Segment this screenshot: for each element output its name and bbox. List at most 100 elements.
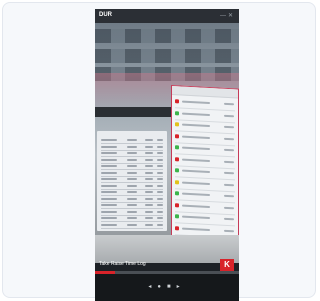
table-cell [101, 171, 117, 174]
list-item [175, 130, 235, 135]
table-cell [101, 210, 117, 213]
floor [95, 235, 239, 263]
status-indicator [175, 191, 179, 196]
table-row [101, 149, 163, 151]
list-item [175, 141, 235, 146]
status-value [224, 102, 234, 106]
table-cell [127, 165, 137, 167]
playback-controls[interactable]: ◂●■▸ [95, 283, 239, 290]
minimize-icon[interactable]: — [220, 13, 228, 19]
table-cell [127, 217, 137, 219]
status-value [224, 137, 234, 140]
table-cell [145, 197, 153, 200]
table-cell [127, 139, 137, 141]
close-icon[interactable]: ✕ [228, 13, 235, 19]
table-cell [127, 210, 137, 213]
table-cell [145, 145, 153, 148]
table-row [101, 162, 163, 164]
video-frame[interactable]: DUR —✕ Take Raise Time Log K ◂●■▸ [95, 9, 239, 301]
table-cell [101, 139, 117, 141]
status-text [182, 135, 210, 139]
table-cell [101, 145, 117, 148]
channel-logo: K [220, 259, 234, 271]
table-cell [101, 191, 117, 193]
table-cell [145, 152, 153, 154]
table-cell [101, 178, 117, 180]
table-cell [145, 139, 153, 141]
table-cell [157, 191, 163, 193]
table-cell [157, 171, 163, 174]
list-item [175, 118, 235, 123]
table-row [101, 182, 163, 183]
table-cell [127, 152, 137, 154]
status-text [182, 112, 210, 116]
brand-logo: DUR [99, 12, 112, 18]
status-value [224, 125, 234, 129]
status-indicator [175, 214, 179, 219]
table-cell [145, 217, 153, 219]
status-value [224, 194, 234, 198]
table-cell [127, 197, 137, 200]
table-cell [101, 184, 117, 187]
status-text [182, 158, 210, 162]
progress-track[interactable] [95, 271, 239, 274]
table-row [101, 175, 163, 177]
table-cell [145, 171, 153, 174]
table-row [101, 221, 163, 222]
progress-fill [95, 271, 116, 274]
status-value [224, 148, 234, 152]
status-text [182, 215, 210, 220]
table-cell [101, 152, 117, 154]
table-cell [127, 184, 137, 187]
video-caption: Take Raise Time Log [99, 261, 146, 267]
status-text [182, 227, 210, 231]
table-cell [145, 223, 153, 226]
status-text [182, 192, 210, 197]
ar-scene [95, 23, 239, 263]
list-item [175, 210, 235, 215]
status-indicator [175, 225, 179, 230]
table-row [101, 208, 163, 209]
list-item [175, 199, 235, 204]
left-data-panel [97, 131, 167, 231]
player-controls-bar: ◂●■▸ [95, 271, 239, 301]
status-text [182, 100, 210, 105]
table-cell [157, 152, 163, 154]
table-cell [145, 210, 153, 213]
list-item [175, 153, 235, 158]
top-bar: DUR —✕ [95, 9, 239, 23]
table-row [101, 195, 163, 196]
status-value [224, 217, 234, 221]
table-cell [101, 217, 117, 219]
table-row [101, 156, 163, 157]
status-indicator [175, 99, 179, 104]
table-cell [157, 165, 163, 167]
table-cell [127, 223, 137, 226]
status-text [182, 146, 210, 151]
table-cell [157, 184, 163, 187]
status-indicator [175, 133, 179, 138]
table-cell [157, 197, 163, 200]
status-text [182, 181, 210, 185]
table-cell [101, 165, 117, 167]
table-cell [157, 158, 163, 161]
status-value [224, 171, 234, 175]
window-controls[interactable]: —✕ [220, 12, 235, 19]
table-cell [145, 165, 153, 167]
table-cell [157, 139, 163, 141]
status-text [182, 169, 210, 174]
status-value [224, 183, 234, 186]
table-cell [145, 191, 153, 193]
control-2[interactable]: ■ [167, 284, 177, 290]
right-status-panel [171, 85, 239, 261]
table-cell [127, 191, 137, 193]
table-cell [145, 204, 153, 206]
list-item [175, 222, 235, 227]
table-row [101, 143, 163, 144]
status-indicator [175, 122, 179, 127]
table-row [101, 201, 163, 203]
panel-header [172, 86, 238, 99]
control-1[interactable]: ● [157, 284, 167, 290]
table-cell [127, 145, 137, 148]
control-3[interactable]: ▸ [177, 284, 186, 290]
